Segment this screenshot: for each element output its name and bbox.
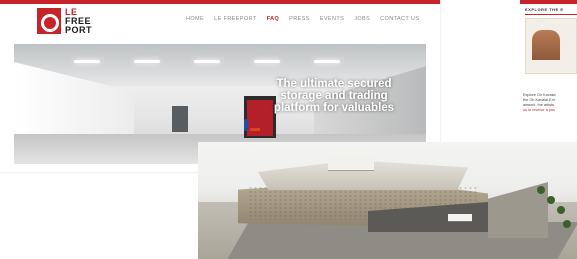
side-building-shape [532,30,560,60]
freeport-building-render [198,142,577,259]
nav-press[interactable]: PRESS [289,16,310,22]
logo-line-3: PORT [65,25,93,35]
top-accent-bar [0,0,440,4]
side-panel-title: EXPLORE THE E [525,7,564,12]
nav-events[interactable]: EVENTS [320,16,344,22]
render-trees [533,180,573,240]
side-text-line-4[interactable]: us to receive a pos [523,108,577,113]
side-divider [525,14,577,15]
hero-headline: The ultimate secured storage and trading… [264,78,404,114]
logo-wordmark: LE FREE PORT [65,8,92,35]
nav-le-freeport[interactable]: LE FREEPORT [214,16,257,22]
side-panel-text: Explore Oh Kavalai the Oh Kavalai-Em art… [523,93,577,113]
hero-headline-line-3: platform for valuables [273,102,395,114]
le-freeport-logo[interactable]: LE FREE PORT [37,8,107,38]
render-roof-structure [328,156,374,170]
render-truck [448,214,472,221]
nav-jobs[interactable]: JOBS [354,16,370,22]
logo-mark-icon [37,8,61,34]
hero-grey-door [172,106,188,132]
logo-circle-icon [41,14,59,32]
main-navigation: HOME LE FREEPORT FAQ PRESS EVENTS JOBS C… [186,16,419,22]
nav-contact-us[interactable]: CONTACT US [380,16,419,22]
nav-faq[interactable]: FAQ [267,16,280,22]
nav-home[interactable]: HOME [186,16,204,22]
hero-headline-line-1: The ultimate secured [276,78,392,90]
side-accent-bar [520,0,577,4]
side-panel-screenshot: EXPLORE THE E Explore Oh Kavalai the Oh … [520,0,577,150]
hero-worker-figure [244,119,248,131]
hero-headline-line-2: storage and trading [280,90,388,102]
hero-pallet-cart [250,128,260,131]
